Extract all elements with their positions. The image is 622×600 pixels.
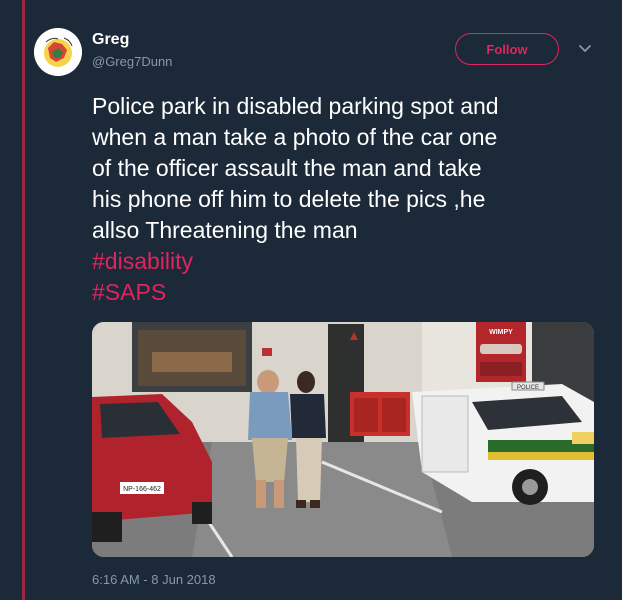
follow-button[interactable]: Follow (455, 33, 559, 65)
thread-line (22, 0, 25, 600)
tweet-text: Police park in disabled parking spot and… (92, 91, 592, 308)
hashtag-link-saps[interactable]: #SAPS (92, 277, 592, 308)
tweet-text-line: of the officer assault the man and take (92, 155, 482, 181)
tweet-text-line: Police park in disabled parking spot and (92, 93, 499, 119)
user-handle[interactable]: @Greg7Dunn (92, 54, 172, 69)
globe-avatar-icon (34, 28, 82, 76)
license-plate-text: NP-166-462 (123, 486, 161, 493)
tweet-text-line: his phone off him to delete the pics ,he (92, 186, 486, 212)
chevron-down-icon[interactable] (577, 40, 593, 56)
store-sign-text: WIMPY (489, 329, 513, 336)
police-label-text: POLICE (517, 385, 539, 391)
tweet-text-line: when a man take a photo of the car one (92, 124, 498, 150)
tweet-timestamp[interactable]: 6:16 AM - 8 Jun 2018 (92, 572, 216, 587)
avatar[interactable] (34, 28, 82, 76)
tweet-media-video[interactable]: WIMPY NP-166-462 POLICE (92, 322, 594, 557)
user-name[interactable]: Greg (92, 31, 129, 49)
tweet-text-line: allso Threatening the man (92, 217, 358, 243)
hashtag-link-disability[interactable]: #disability (92, 246, 592, 277)
video-frame: WIMPY NP-166-462 POLICE (92, 322, 594, 557)
